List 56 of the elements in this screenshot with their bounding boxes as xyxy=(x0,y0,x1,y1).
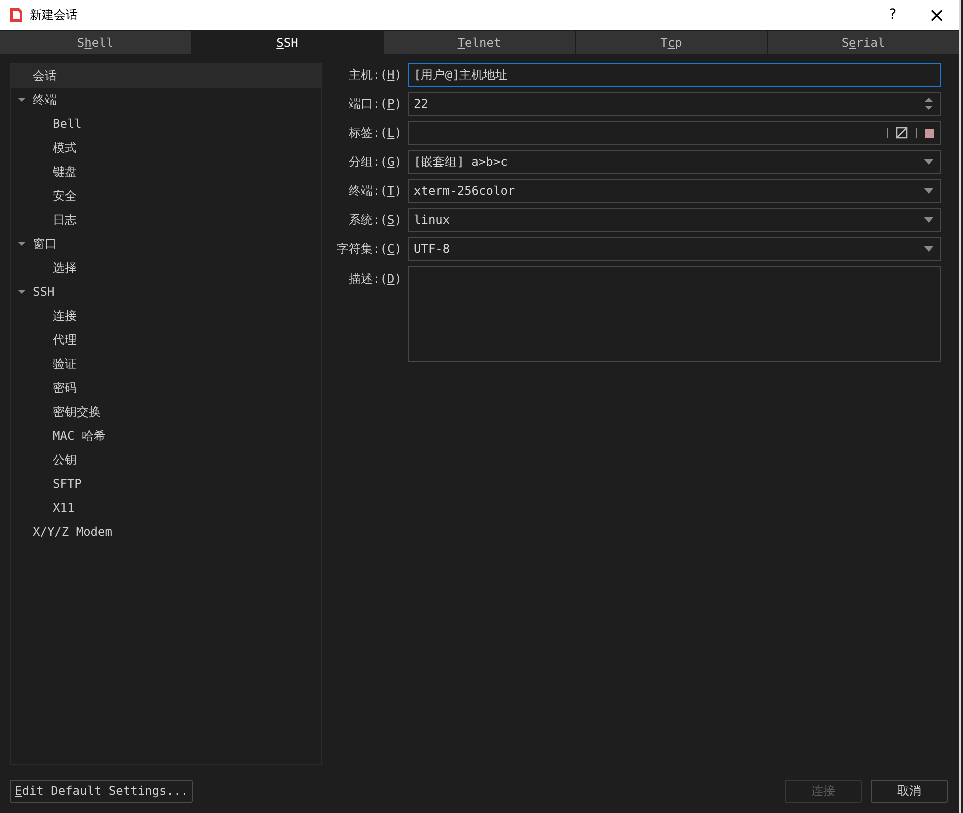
field-label: 主机:(H) xyxy=(348,66,402,84)
window-title: 新建会话 xyxy=(30,6,79,24)
close-button[interactable]: × xyxy=(915,0,959,30)
tree-item[interactable]: 键盘 xyxy=(53,164,77,180)
spin-arrows-icon[interactable] xyxy=(924,96,934,112)
tab[interactable]: Telnet xyxy=(384,31,575,54)
tree-item[interactable]: X/Y/Z Modem xyxy=(33,525,112,539)
dropdown-arrow-icon[interactable] xyxy=(924,159,934,165)
dropdown[interactable]: xterm-256color xyxy=(408,179,941,203)
dropdown-arrow-icon[interactable] xyxy=(924,188,934,194)
color-swatch[interactable] xyxy=(925,128,934,138)
tree-item[interactable]: 会话 xyxy=(33,68,57,84)
dropdown[interactable]: [嵌套组] a>b>c xyxy=(408,150,941,174)
tree-item[interactable]: 选择 xyxy=(53,260,77,276)
app-logo-icon xyxy=(8,7,24,23)
tree-item[interactable]: 日志 xyxy=(53,212,77,228)
tab[interactable]: Se rial xyxy=(768,31,959,54)
tree-item[interactable]: 连接 xyxy=(53,308,77,324)
tree-item[interactable]: 安全 xyxy=(53,188,77,204)
tree-item[interactable]: X11 xyxy=(53,501,75,515)
tree-item[interactable]: 窗口 xyxy=(33,236,57,252)
no-color-icon[interactable] xyxy=(896,127,908,139)
tree-item[interactable]: 密钥交换 xyxy=(53,404,101,420)
tree-item[interactable]: Bell xyxy=(53,117,82,131)
cancel-button[interactable]: 取消 xyxy=(871,780,948,802)
dropdown-arrow-icon[interactable] xyxy=(924,246,934,252)
field-label: 标签:(L) xyxy=(348,124,402,142)
host-field[interactable]: [用户@]主机地址 xyxy=(408,63,941,87)
field-label: 字符集:(C) xyxy=(336,240,402,258)
tree-item[interactable]: 模式 xyxy=(53,140,77,156)
tree-item[interactable]: MAC 哈希 xyxy=(53,428,106,444)
field-label: 分组:(G) xyxy=(348,154,402,170)
tree-item[interactable]: SFTP xyxy=(53,477,82,491)
collapse-caret-icon[interactable] xyxy=(18,96,26,104)
tree-item[interactable]: 验证 xyxy=(53,356,77,372)
field-label: 端口:(P) xyxy=(348,96,402,112)
tab[interactable]: Shell xyxy=(0,31,191,54)
tree-item[interactable]: 终端 xyxy=(33,92,57,108)
port-spinbox[interactable]: 22 xyxy=(408,92,941,116)
field-label: 系统:(S) xyxy=(348,212,402,228)
help-button[interactable]: ? xyxy=(871,0,915,30)
field-label: 描述:(D) xyxy=(348,271,402,288)
description-field[interactable] xyxy=(408,266,941,362)
collapse-caret-icon[interactable] xyxy=(18,240,26,248)
dropdown-arrow-icon[interactable] xyxy=(924,217,934,223)
dropdown[interactable]: UTF-8 xyxy=(408,237,941,261)
edit-defaults-button[interactable]: Edit Default Settings... xyxy=(10,780,194,802)
collapse-caret-icon[interactable] xyxy=(18,288,26,296)
dropdown[interactable]: linux xyxy=(408,208,941,232)
tag-field[interactable] xyxy=(408,121,941,145)
tree-item[interactable]: 公钥 xyxy=(53,452,77,468)
field-label: 终端:(T) xyxy=(348,182,402,200)
tree-item[interactable]: 代理 xyxy=(53,332,77,348)
tree-item[interactable]: 密码 xyxy=(53,380,77,396)
tab[interactable]: Tcp xyxy=(576,31,767,54)
tree-item[interactable]: SSH xyxy=(33,285,55,299)
